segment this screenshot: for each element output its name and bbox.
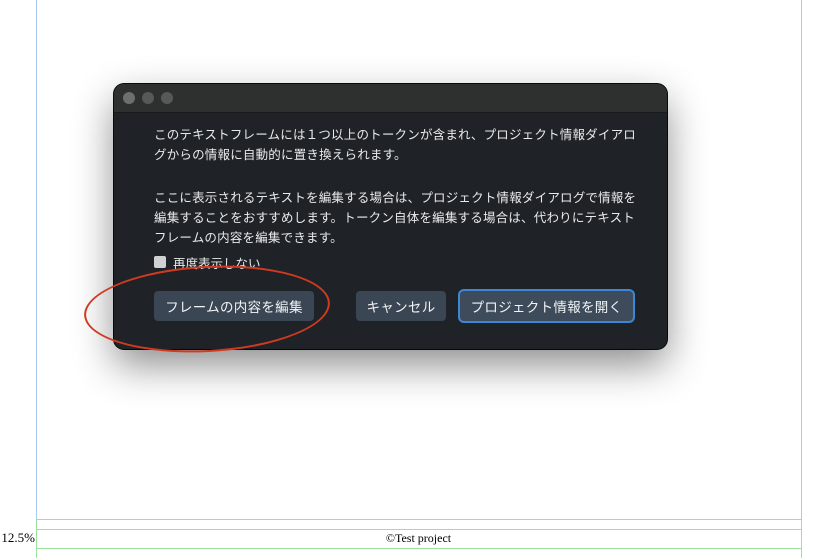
margin-guide-bottom [36,519,802,520]
dont-show-again-checkbox[interactable] [154,256,166,268]
margin-guide-left [36,0,37,520]
footer-text: ©Test project [385,531,452,545]
close-window-icon[interactable] [123,92,135,104]
zoom-window-icon [161,92,173,104]
column-guide-right [801,520,802,558]
minimize-window-icon [142,92,154,104]
zoom-level-label[interactable]: 12.5% [0,528,35,547]
cancel-button[interactable]: キャンセル [356,291,446,321]
open-project-info-button[interactable]: プロジェクト情報を開く [460,291,633,321]
margin-guide-right [801,0,802,520]
dialog-titlebar[interactable] [114,84,667,113]
dialog-message-tokens: このテキストフレームには１つ以上のトークンが含まれ、プロジェクト情報ダイアログか… [154,127,636,162]
dialog-message-edit-advice: ここに表示されるテキストを編集する場合は、プロジェクト情報ダイアログで情報を編集… [154,190,637,245]
